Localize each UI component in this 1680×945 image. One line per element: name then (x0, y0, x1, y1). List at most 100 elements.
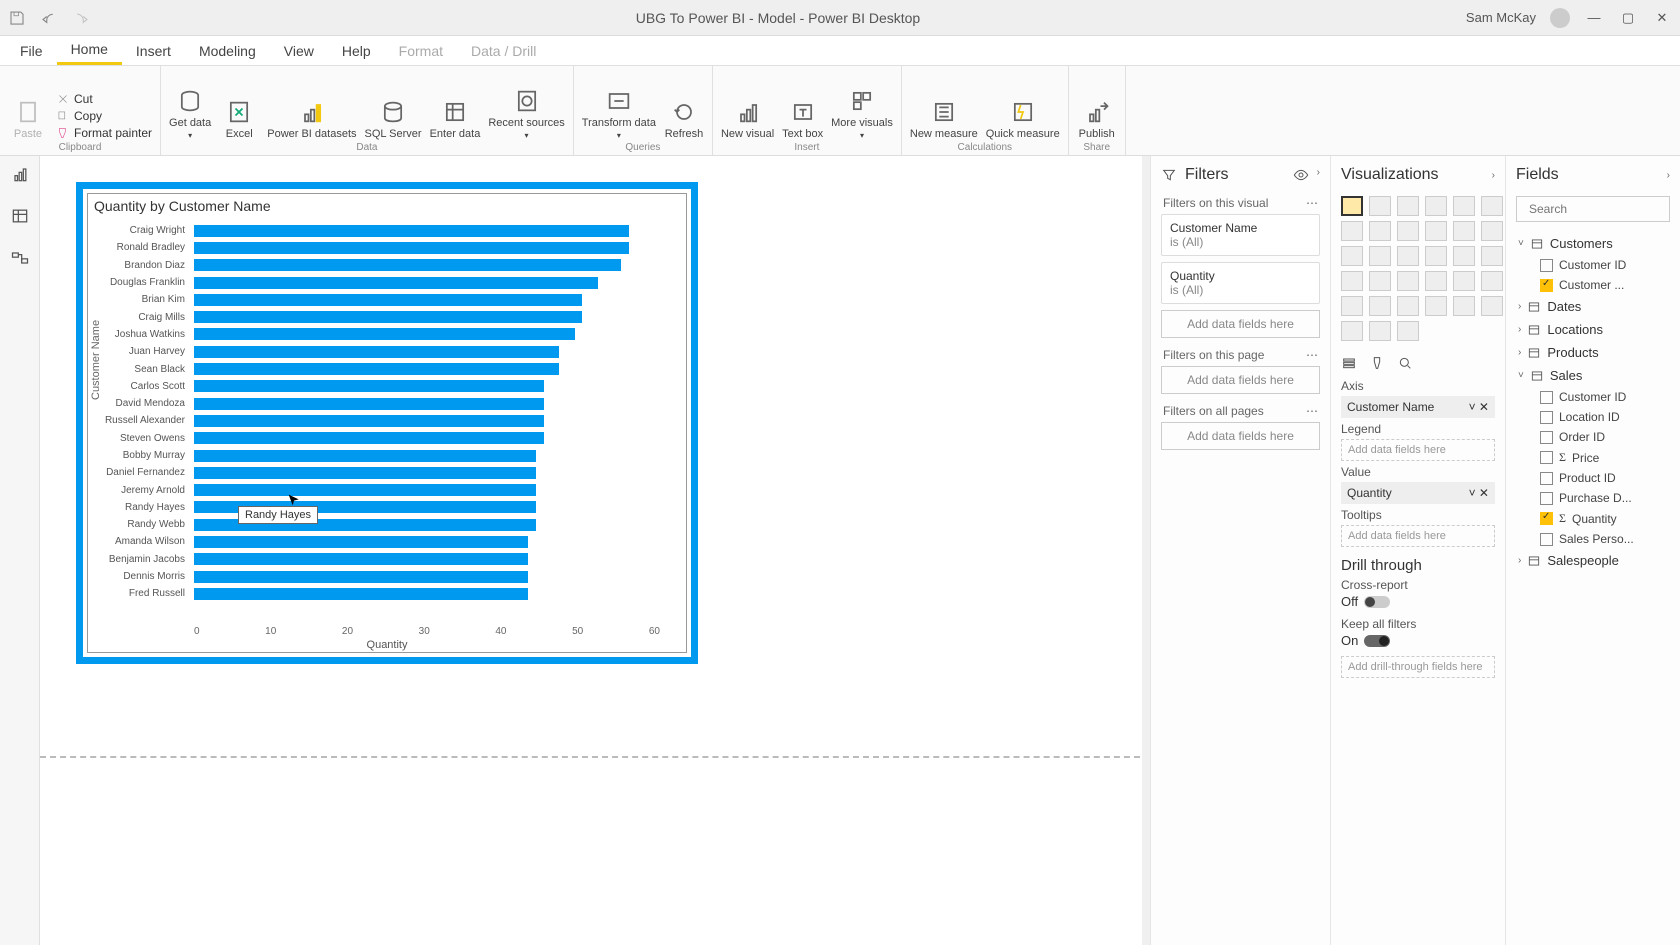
publish-button[interactable]: Publish (1077, 98, 1117, 140)
bar[interactable] (194, 415, 544, 427)
viz-type-tile[interactable] (1425, 296, 1447, 316)
close-button[interactable]: ✕ (1652, 10, 1672, 26)
bar[interactable] (194, 398, 544, 410)
bar-row[interactable]: Bobby Murray (194, 447, 660, 464)
bar-row[interactable]: Steven Owens (194, 430, 660, 447)
menu-insert[interactable]: Insert (122, 38, 185, 64)
bar[interactable] (194, 277, 598, 289)
save-icon[interactable] (8, 9, 26, 27)
bar-row[interactable]: Russell Alexander (194, 412, 660, 429)
bar-row[interactable]: Brian Kim (194, 291, 660, 308)
bar[interactable] (194, 588, 528, 600)
bar-row[interactable]: Benjamin Jacobs (194, 551, 660, 568)
bar[interactable] (194, 259, 621, 271)
viz-type-tile[interactable] (1341, 246, 1363, 266)
bar[interactable] (194, 311, 582, 323)
viz-type-tile[interactable] (1453, 221, 1475, 241)
quick-measure-button[interactable]: Quick measure (986, 98, 1060, 140)
viz-type-tile[interactable] (1453, 196, 1475, 216)
bar-row[interactable]: Craig Wright (194, 222, 660, 239)
legend-drop[interactable]: Add data fields here (1341, 439, 1495, 461)
data-view-icon[interactable] (10, 206, 30, 226)
viz-type-tile[interactable] (1481, 271, 1503, 291)
field-row[interactable]: Customer ... (1516, 275, 1670, 295)
bar[interactable] (194, 294, 582, 306)
viz-type-tile[interactable] (1341, 221, 1363, 241)
viz-type-tile[interactable] (1397, 196, 1419, 216)
collapse-icon[interactable]: › (1667, 170, 1670, 181)
bar[interactable] (194, 225, 629, 237)
filters-visual-drop[interactable]: Add data fields here (1161, 310, 1320, 338)
excel-button[interactable]: Excel (219, 98, 259, 140)
more-visuals-button[interactable]: More visuals▾ (831, 87, 893, 140)
field-row[interactable]: Customer ID (1516, 255, 1670, 275)
sql-server-button[interactable]: SQL Server (365, 98, 422, 140)
bar[interactable] (194, 242, 629, 254)
viz-type-tile[interactable] (1369, 196, 1391, 216)
menu-view[interactable]: View (270, 38, 328, 64)
viz-type-tile[interactable] (1369, 271, 1391, 291)
menu-home[interactable]: Home (57, 36, 122, 65)
recent-sources-button[interactable]: Recent sources▾ (488, 87, 564, 140)
bar[interactable] (194, 553, 528, 565)
bar-row[interactable]: Douglas Franklin (194, 274, 660, 291)
scrollbar[interactable] (1142, 156, 1150, 945)
bar[interactable] (194, 380, 544, 392)
bar-chart-visual[interactable]: Quantity by Customer Name Customer Name … (76, 182, 698, 664)
copy-button[interactable]: Copy (56, 109, 152, 123)
field-row[interactable]: Location ID (1516, 407, 1670, 427)
minimize-button[interactable]: — (1584, 10, 1604, 25)
viz-type-tile[interactable] (1397, 221, 1419, 241)
bar[interactable] (194, 536, 528, 548)
viz-type-tile[interactable] (1453, 271, 1475, 291)
bar-row[interactable]: Brandon Diaz (194, 257, 660, 274)
report-view-icon[interactable] (10, 164, 30, 184)
maximize-button[interactable]: ▢ (1618, 10, 1638, 26)
new-measure-button[interactable]: New measure (910, 98, 978, 140)
bar[interactable] (194, 432, 544, 444)
drill-drop[interactable]: Add drill-through fields here (1341, 656, 1495, 678)
filter-card-quantity[interactable]: Quantityis (All) (1161, 262, 1320, 304)
viz-type-tile[interactable] (1481, 246, 1503, 266)
table-header[interactable]: › Dates (1516, 295, 1670, 318)
viz-type-tile[interactable] (1369, 246, 1391, 266)
format-painter-button[interactable]: Format painter (56, 126, 152, 140)
field-row[interactable]: ΣPrice (1516, 447, 1670, 468)
viz-type-tile[interactable] (1425, 246, 1447, 266)
field-row[interactable]: Order ID (1516, 427, 1670, 447)
pbi-datasets-button[interactable]: Power BI datasets (267, 98, 356, 140)
bar-row[interactable]: Juan Harvey (194, 343, 660, 360)
viz-type-tile[interactable] (1453, 246, 1475, 266)
cut-button[interactable]: Cut (56, 92, 152, 106)
viz-type-tile[interactable] (1397, 296, 1419, 316)
table-header[interactable]: › Locations (1516, 318, 1670, 341)
undo-icon[interactable] (40, 9, 58, 27)
search-input[interactable] (1529, 202, 1680, 216)
viz-type-tile[interactable] (1369, 296, 1391, 316)
eye-icon[interactable] (1293, 167, 1309, 183)
fields-tool-icon[interactable] (1341, 355, 1357, 371)
viz-type-tile[interactable] (1397, 321, 1419, 341)
field-row[interactable]: Product ID (1516, 468, 1670, 488)
field-row[interactable]: Customer ID (1516, 387, 1670, 407)
viz-type-tile[interactable] (1481, 196, 1503, 216)
field-row[interactable]: ΣQuantity (1516, 508, 1670, 529)
viz-type-tile[interactable] (1425, 196, 1447, 216)
bar[interactable] (194, 467, 536, 479)
bar[interactable] (194, 571, 528, 583)
bar[interactable] (194, 484, 536, 496)
analytics-tool-icon[interactable] (1397, 355, 1413, 371)
bar[interactable] (194, 346, 559, 358)
bar-row[interactable]: Dennis Morris (194, 568, 660, 585)
bar[interactable] (194, 328, 575, 340)
viz-type-tile[interactable] (1481, 221, 1503, 241)
redo-icon[interactable] (72, 9, 90, 27)
viz-type-tile[interactable] (1453, 296, 1475, 316)
collapse-icon[interactable]: › (1492, 170, 1495, 181)
filters-page-drop[interactable]: Add data fields here (1161, 366, 1320, 394)
refresh-button[interactable]: Refresh (664, 98, 704, 140)
viz-type-tile[interactable] (1369, 321, 1391, 341)
viz-type-tile[interactable] (1425, 271, 1447, 291)
viz-type-tile[interactable] (1425, 221, 1447, 241)
menu-file[interactable]: File (6, 38, 57, 64)
